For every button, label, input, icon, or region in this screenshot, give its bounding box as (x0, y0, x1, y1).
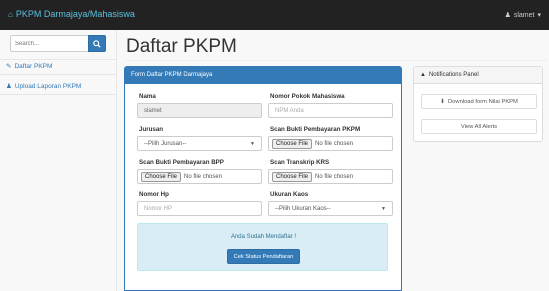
bukti-pkpm-label: Scan Bukti Pembayaran PKPM (270, 126, 361, 133)
divider (126, 60, 548, 61)
bukti-bpp-label: Scan Bukti Pembayaran BPP (139, 159, 224, 166)
choose-file-button[interactable]: Choose File (141, 171, 182, 182)
sidebar-search (10, 35, 106, 52)
transkrip-label: Scan Transkrip KRS (270, 159, 330, 166)
user-icon: ♟ (504, 12, 511, 19)
brand-link[interactable]: ⌂ PKPM Darmajaya/Mahasiswa (8, 9, 135, 19)
notifications-panel: ▲ Notifications Panel ⬇ Download form Ni… (413, 66, 543, 142)
file-status: No file chosen (315, 173, 354, 180)
file-status: No file chosen (315, 140, 354, 147)
divider (0, 74, 116, 75)
top-navbar: ⌂ PKPM Darmajaya/Mahasiswa ♟ slamet ▾ (0, 0, 549, 30)
nama-field[interactable]: slamet (137, 103, 262, 118)
check-status-button[interactable]: Cek Status Pendaftaran (227, 249, 300, 264)
bukti-pkpm-file-input[interactable]: Choose File No file chosen (268, 136, 393, 151)
caret-down-icon: ▾ (537, 12, 541, 19)
download-icon: ⬇ (440, 98, 445, 105)
search-icon (93, 39, 101, 48)
search-input[interactable] (10, 35, 88, 52)
sidebar-item-label: Daftar PKPM (14, 62, 53, 70)
sidebar-item-upload-laporan[interactable]: ♟ Upload Laporan PKPM (6, 82, 82, 91)
brand-label: PKPM Darmajaya/Mahasiswa (15, 9, 135, 19)
sidebar: ✎ Daftar PKPM ♟ Upload Laporan PKPM (0, 30, 117, 291)
kaos-label: Ukuran Kaos (270, 191, 309, 198)
transkrip-file-input[interactable]: Choose File No file chosen (268, 169, 393, 184)
user-menu[interactable]: ♟ slamet ▾ (504, 11, 541, 20)
divider (0, 59, 116, 60)
hp-field[interactable]: Nomor HP (137, 201, 262, 216)
choose-file-button[interactable]: Choose File (272, 171, 313, 182)
file-status: No file chosen (184, 173, 223, 180)
panel-heading: Form Daftar PKPM Darmajaya (125, 67, 401, 84)
kaos-select[interactable]: --Pilih Ukuran Kaos-- ▼ (268, 201, 393, 216)
search-button[interactable] (88, 35, 106, 52)
sidebar-item-label: Upload Laporan PKPM (14, 82, 82, 90)
jurusan-select[interactable]: --Pilih Jurusan-- ▼ (137, 136, 262, 151)
user-name: slamet (513, 11, 535, 19)
view-all-label: View All Alerts (460, 123, 498, 130)
chevron-down-icon: ▼ (381, 205, 386, 212)
download-form-link[interactable]: ⬇ Download form Nilai PKPM (421, 94, 537, 109)
registration-alert: Anda Sudah Mendaftar ! Cek Status Pendaf… (137, 223, 388, 271)
alert-message: Anda Sudah Mendaftar ! (230, 234, 297, 240)
user-icon: ♟ (6, 83, 12, 90)
bukti-bpp-file-input[interactable]: Choose File No file chosen (137, 169, 262, 184)
jurusan-label: Jurusan (139, 126, 164, 133)
divider (0, 94, 116, 95)
notifications-title: Notifications Panel (428, 72, 479, 78)
registration-form-panel: Form Daftar PKPM Darmajaya Nama slamet N… (124, 66, 402, 291)
nama-label: Nama (139, 93, 156, 100)
npm-label: Nomor Pokok Mahasiswa (270, 93, 345, 100)
chevron-down-icon: ▼ (250, 140, 255, 147)
view-all-alerts-button[interactable]: View All Alerts (421, 119, 537, 134)
hp-label: Nomor Hp (139, 191, 169, 198)
npm-field[interactable]: NPM Anda (268, 103, 393, 118)
download-label: Download form Nilai PKPM (447, 98, 518, 105)
choose-file-button[interactable]: Choose File (272, 138, 313, 149)
edit-icon: ✎ (6, 63, 12, 70)
jurusan-value: --Pilih Jurusan-- (144, 140, 187, 147)
page-title: Daftar PKPM (126, 36, 237, 57)
bell-icon: ▲ (420, 72, 426, 78)
sidebar-item-daftar-pkpm[interactable]: ✎ Daftar PKPM (6, 62, 53, 71)
home-icon: ⌂ (8, 9, 13, 19)
notifications-heading: ▲ Notifications Panel (414, 67, 542, 84)
kaos-value: --Pilih Ukuran Kaos-- (275, 205, 331, 212)
